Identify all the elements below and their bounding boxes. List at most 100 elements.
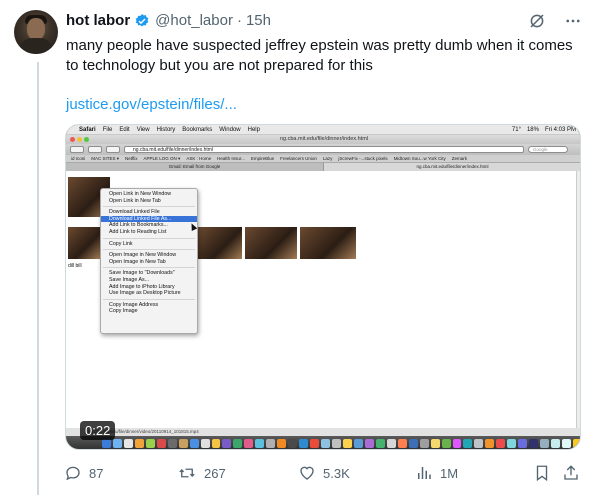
browser-tabs: Gmail: Email from Google ng.cba.mit.edu/… [66, 163, 580, 171]
photo-thumbnail [68, 227, 100, 259]
dock-app-icon [364, 439, 374, 448]
bookmark-item: id Iconi [71, 156, 86, 161]
bookmark-item: Freelancers Union [280, 156, 317, 161]
context-menu-item: Add Link to Reading List [109, 228, 167, 235]
bookmark-item: Netflix [125, 156, 138, 161]
browser-titlebar: ng.cba.mit.edu/file/dinner/index.html [66, 135, 580, 144]
menubar-status-item: 18% [526, 126, 539, 133]
dock-app-icon [102, 439, 111, 448]
dock-app-icon [529, 439, 539, 448]
dock-app-icon [430, 439, 440, 448]
browser-tab-active: ng.cba.mit.edu/file/dinner/index.html [324, 163, 580, 171]
dock-app-icon [386, 439, 396, 448]
dock-app-icon [222, 439, 232, 448]
menubar-item: View [136, 126, 150, 133]
dock-app-icon [408, 439, 418, 448]
heart-icon [300, 466, 314, 480]
dock-app-icon [299, 439, 309, 448]
like-button[interactable]: 5.3K [298, 464, 350, 482]
dock-app-icon [375, 439, 385, 448]
separator-dot: · [236, 12, 242, 29]
dock-app-icon [189, 439, 199, 448]
dock-app-icon [419, 439, 429, 448]
grok-icon[interactable] [528, 12, 546, 30]
dock-app-icon [156, 439, 166, 448]
reply-icon [66, 466, 80, 481]
dock-app-icon [277, 439, 287, 448]
views-button[interactable]: 1M [415, 464, 458, 482]
dock-app-icon [233, 439, 243, 448]
context-menu-item: Save Image to "Downloads" [109, 270, 175, 277]
share-button[interactable] [562, 464, 580, 482]
browser-status-bar: ng.cba.mit.edu/file/dinner/video/2011091… [66, 428, 580, 436]
bookmark-item: ASK : Home [186, 156, 212, 161]
embedded-screen: Safari File Edit View History Bookmarks … [66, 125, 580, 449]
like-count: 5.3K [323, 465, 350, 481]
dock-app-icon [485, 439, 495, 448]
dock-app-icon [112, 439, 122, 448]
reply-button[interactable]: 87 [64, 464, 103, 482]
bookmark-item: Lazy [322, 156, 333, 161]
context-menu-item: Copy Link [109, 240, 133, 247]
context-menu-item: Open Link in New Window [109, 191, 172, 197]
dock-app-icon [540, 439, 550, 448]
handle[interactable]: @hot_labor [155, 12, 233, 29]
bookmark-icon [536, 465, 548, 482]
display-name[interactable]: hot labor [66, 12, 130, 29]
bookmark-item: jScrewFix -...stuck pixels [338, 156, 388, 161]
avatar-face [27, 18, 45, 40]
tweet-header: hot labor @hot_labor · 15h [66, 12, 271, 29]
menubar-status-item: Fri 4:03 PM [544, 126, 576, 133]
more-options-icon[interactable] [564, 12, 582, 30]
context-menu-item: Download Linked File As... [101, 215, 197, 223]
repost-icon [179, 468, 195, 478]
video-timestamp: 0:22 [80, 421, 116, 440]
mac-menubar: Safari File Edit View History Bookmarks … [66, 125, 580, 135]
timestamp[interactable]: 15h [246, 12, 271, 29]
views-icon [418, 467, 431, 479]
dock-app-icon [321, 439, 331, 448]
bookmark-item: Health Insur... [217, 156, 245, 161]
context-menu-item: Use Image as Desktop Picture [109, 290, 181, 297]
dock-app-icon [288, 439, 298, 448]
reply-count: 87 [89, 465, 104, 481]
tweet-link[interactable]: justice.gov/epstein/files/... [66, 96, 237, 113]
context-menu-item: Add Link to Bookmarks... [109, 222, 168, 229]
repost-button[interactable]: 267 [177, 464, 226, 482]
menubar-item: File [102, 126, 113, 133]
bookmark-item: Zemark [451, 156, 467, 161]
bookmarks-bar: id Iconi MAC SITES ▾ Netflix APPLE LOG O… [66, 155, 580, 163]
thread-line [37, 62, 39, 495]
browser-title: ng.cba.mit.edu/file/dinner/index.html [279, 136, 369, 142]
action-bar: 87 267 5.3K 1M [64, 464, 584, 484]
verified-badge-icon [135, 13, 149, 26]
photo-thumbnail [198, 227, 242, 259]
context-menu-item: Open Link in New Tab [109, 197, 161, 204]
bookmark-button[interactable] [533, 464, 551, 482]
mac-dock [66, 436, 580, 449]
menubar-item: History [156, 126, 176, 133]
dock-app-icon [441, 439, 451, 448]
avatar[interactable] [14, 10, 58, 54]
context-menu-item: Download Linked File [109, 209, 160, 216]
share-button [88, 146, 102, 153]
dock-app-icon [244, 439, 254, 448]
dock-app-icon [496, 439, 506, 448]
dock-app-icon [452, 439, 462, 448]
dock-app-icon [200, 439, 210, 448]
video-media[interactable]: Safari File Edit View History Bookmarks … [65, 124, 581, 450]
browser-toolbar: ng.cba.mit.edu/file/dinner/index.html Go… [66, 144, 580, 155]
share-icon [564, 465, 578, 480]
context-menu-item: Copy Image [109, 308, 138, 315]
views-count: 1M [440, 465, 459, 481]
address-bar: ng.cba.mit.edu/file/dinner/index.html [124, 146, 524, 153]
dock-app-icon [397, 439, 407, 448]
tweet-text: many people have suspected jeffrey epste… [66, 37, 573, 74]
dock-app-icon [145, 439, 155, 448]
photo-thumbnail [300, 227, 356, 259]
dock-app-icon [266, 439, 276, 448]
dock-app-icon [562, 439, 571, 448]
dock-app-icon [123, 439, 133, 448]
dock-app-icon [353, 439, 363, 448]
context-menu: Open Link in New Window Open Link in New … [100, 188, 198, 334]
